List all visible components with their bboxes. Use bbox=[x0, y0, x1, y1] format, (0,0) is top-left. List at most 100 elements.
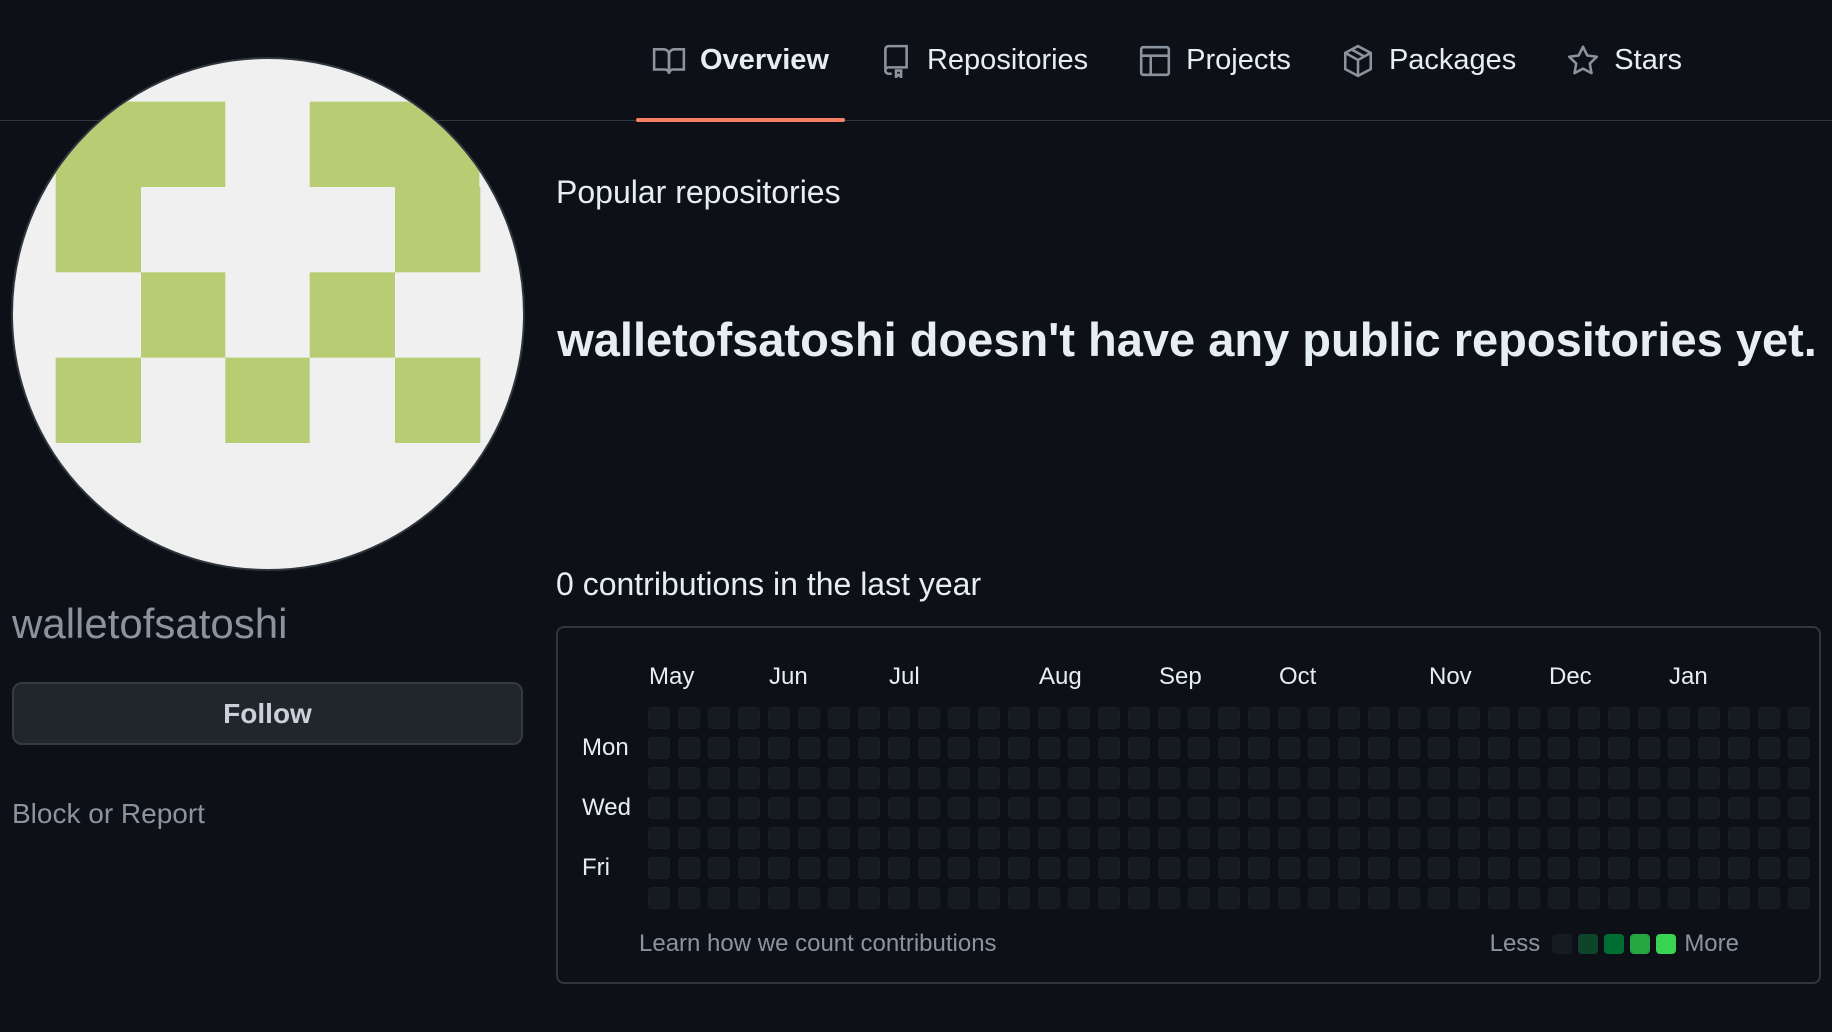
contribution-day-cell[interactable] bbox=[828, 827, 850, 849]
contribution-day-cell[interactable] bbox=[918, 737, 940, 759]
contribution-day-cell[interactable] bbox=[768, 737, 790, 759]
contribution-day-cell[interactable] bbox=[1758, 857, 1780, 879]
contribution-day-cell[interactable] bbox=[1728, 857, 1750, 879]
contribution-day-cell[interactable] bbox=[1128, 767, 1150, 789]
contribution-day-cell[interactable] bbox=[828, 797, 850, 819]
contribution-day-cell[interactable] bbox=[708, 887, 730, 909]
contribution-day-cell[interactable] bbox=[1038, 797, 1060, 819]
contribution-day-cell[interactable] bbox=[1128, 887, 1150, 909]
block-or-report-link[interactable]: Block or Report bbox=[12, 798, 205, 830]
contribution-day-cell[interactable] bbox=[1488, 767, 1510, 789]
contribution-day-cell[interactable] bbox=[768, 707, 790, 729]
contribution-day-cell[interactable] bbox=[888, 857, 910, 879]
contribution-day-cell[interactable] bbox=[768, 887, 790, 909]
contribution-day-cell[interactable] bbox=[1638, 767, 1660, 789]
contribution-day-cell[interactable] bbox=[1698, 797, 1720, 819]
contribution-day-cell[interactable] bbox=[1458, 827, 1480, 849]
contribution-day-cell[interactable] bbox=[1248, 827, 1270, 849]
contribution-day-cell[interactable] bbox=[1008, 887, 1030, 909]
contribution-day-cell[interactable] bbox=[648, 887, 670, 909]
contribution-day-cell[interactable] bbox=[1308, 707, 1330, 729]
contribution-day-cell[interactable] bbox=[1698, 767, 1720, 789]
contribution-day-cell[interactable] bbox=[828, 707, 850, 729]
contribution-day-cell[interactable] bbox=[1128, 827, 1150, 849]
contribution-day-cell[interactable] bbox=[1338, 827, 1360, 849]
contribution-day-cell[interactable] bbox=[1068, 827, 1090, 849]
contribution-day-cell[interactable] bbox=[1428, 707, 1450, 729]
contribution-day-cell[interactable] bbox=[1278, 737, 1300, 759]
contribution-day-cell[interactable] bbox=[1398, 887, 1420, 909]
contribution-day-cell[interactable] bbox=[948, 767, 970, 789]
contribution-day-cell[interactable] bbox=[1608, 827, 1630, 849]
contribution-day-cell[interactable] bbox=[1518, 887, 1540, 909]
contribution-day-cell[interactable] bbox=[1608, 857, 1630, 879]
tab-repositories[interactable]: Repositories bbox=[863, 0, 1104, 121]
contribution-day-cell[interactable] bbox=[1728, 827, 1750, 849]
contribution-day-cell[interactable] bbox=[768, 767, 790, 789]
contribution-day-cell[interactable] bbox=[798, 707, 820, 729]
contribution-day-cell[interactable] bbox=[1758, 887, 1780, 909]
contribution-day-cell[interactable] bbox=[1278, 827, 1300, 849]
contribution-day-cell[interactable] bbox=[1548, 887, 1570, 909]
contribution-day-cell[interactable] bbox=[1728, 707, 1750, 729]
contribution-day-cell[interactable] bbox=[828, 767, 850, 789]
contribution-day-cell[interactable] bbox=[1758, 767, 1780, 789]
contribution-day-cell[interactable] bbox=[1668, 827, 1690, 849]
contribution-day-cell[interactable] bbox=[1428, 827, 1450, 849]
contribution-day-cell[interactable] bbox=[1218, 737, 1240, 759]
contribution-day-cell[interactable] bbox=[1578, 827, 1600, 849]
contribution-day-cell[interactable] bbox=[828, 857, 850, 879]
contribution-day-cell[interactable] bbox=[678, 887, 700, 909]
contribution-day-cell[interactable] bbox=[1248, 737, 1270, 759]
contribution-day-cell[interactable] bbox=[918, 827, 940, 849]
contribution-day-cell[interactable] bbox=[858, 857, 880, 879]
contribution-day-cell[interactable] bbox=[1788, 767, 1810, 789]
contribution-day-cell[interactable] bbox=[888, 797, 910, 819]
contribution-day-cell[interactable] bbox=[768, 857, 790, 879]
contribution-day-cell[interactable] bbox=[1608, 737, 1630, 759]
contribution-day-cell[interactable] bbox=[1188, 767, 1210, 789]
contribution-day-cell[interactable] bbox=[1728, 797, 1750, 819]
contribution-day-cell[interactable] bbox=[1218, 857, 1240, 879]
contribution-day-cell[interactable] bbox=[1158, 827, 1180, 849]
contribution-day-cell[interactable] bbox=[1128, 797, 1150, 819]
contribution-day-cell[interactable] bbox=[1548, 767, 1570, 789]
contribution-day-cell[interactable] bbox=[1308, 827, 1330, 849]
contribution-day-cell[interactable] bbox=[1548, 737, 1570, 759]
contribution-day-cell[interactable] bbox=[1398, 827, 1420, 849]
contribution-day-cell[interactable] bbox=[1368, 827, 1390, 849]
contribution-day-cell[interactable] bbox=[1368, 857, 1390, 879]
contribution-day-cell[interactable] bbox=[1248, 797, 1270, 819]
contribution-day-cell[interactable] bbox=[918, 857, 940, 879]
contribution-day-cell[interactable] bbox=[1728, 767, 1750, 789]
contribution-day-cell[interactable] bbox=[1398, 767, 1420, 789]
contribution-day-cell[interactable] bbox=[1188, 707, 1210, 729]
contribution-day-cell[interactable] bbox=[1338, 737, 1360, 759]
contribution-day-cell[interactable] bbox=[1758, 827, 1780, 849]
contribution-day-cell[interactable] bbox=[678, 767, 700, 789]
contribution-day-cell[interactable] bbox=[1098, 797, 1120, 819]
learn-contributions-link[interactable]: Learn how we count contributions bbox=[639, 930, 997, 958]
follow-button[interactable]: Follow bbox=[12, 682, 523, 745]
contribution-day-cell[interactable] bbox=[1278, 887, 1300, 909]
contribution-day-cell[interactable] bbox=[1158, 737, 1180, 759]
contribution-day-cell[interactable] bbox=[1698, 737, 1720, 759]
contribution-day-cell[interactable] bbox=[1218, 887, 1240, 909]
contribution-day-cell[interactable] bbox=[1158, 767, 1180, 789]
contribution-day-cell[interactable] bbox=[798, 887, 820, 909]
contribution-day-cell[interactable] bbox=[1428, 737, 1450, 759]
contribution-day-cell[interactable] bbox=[1098, 707, 1120, 729]
contribution-day-cell[interactable] bbox=[1308, 857, 1330, 879]
contribution-day-cell[interactable] bbox=[1668, 887, 1690, 909]
contribution-day-cell[interactable] bbox=[1728, 887, 1750, 909]
contribution-day-cell[interactable] bbox=[1008, 827, 1030, 849]
contribution-day-cell[interactable] bbox=[918, 797, 940, 819]
contribution-day-cell[interactable] bbox=[1638, 797, 1660, 819]
contribution-day-cell[interactable] bbox=[918, 707, 940, 729]
contribution-day-cell[interactable] bbox=[948, 707, 970, 729]
contribution-day-cell[interactable] bbox=[1698, 827, 1720, 849]
contribution-day-cell[interactable] bbox=[1338, 707, 1360, 729]
contribution-day-cell[interactable] bbox=[1368, 767, 1390, 789]
contribution-day-cell[interactable] bbox=[1068, 797, 1090, 819]
contribution-day-cell[interactable] bbox=[1608, 767, 1630, 789]
